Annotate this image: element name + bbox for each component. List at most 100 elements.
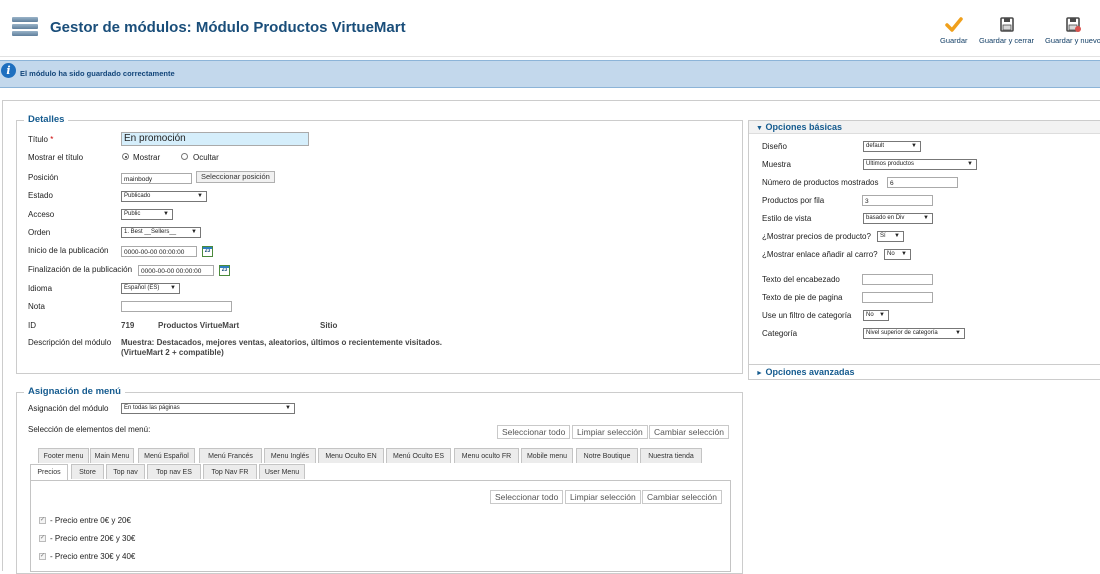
language-value: Español (ES) (124, 285, 160, 291)
menu-tab[interactable]: User Menu (259, 464, 305, 479)
category-value: Nivel superior de categoría (866, 330, 938, 336)
menu-item-label: - Precio entre 0€ y 20€ (50, 516, 131, 525)
select-position-button[interactable]: Seleccionar posición (196, 171, 275, 183)
menu-item-label: - Precio entre 20€ y 30€ (50, 534, 136, 543)
chevron-down-icon: ▼ (285, 405, 291, 411)
system-message: i El módulo ha sido guardado correctamen… (0, 60, 1100, 88)
show-type-select[interactable]: Últimos productos ▼ (863, 159, 977, 170)
save-button[interactable]: Guardar (940, 16, 968, 45)
menu-tab[interactable]: Top nav (106, 464, 145, 479)
menu-tab[interactable]: Menú Francés (199, 448, 262, 463)
chevron-down-icon: ▼ (894, 233, 900, 239)
show-prices-select[interactable]: Sí ▼ (877, 231, 904, 242)
caret-down-icon: ▼ (756, 125, 763, 132)
publish-start-input[interactable]: 0000-00-00 00:00:00 (121, 246, 197, 257)
module-assignment-label: Asignación del módulo (28, 404, 109, 413)
state-label: Estado (28, 191, 53, 200)
category-filter-select[interactable]: No ▼ (863, 310, 889, 321)
state-select[interactable]: Publicado ▼ (121, 191, 207, 202)
select-all-button[interactable]: Seleccionar todo (497, 425, 571, 439)
tab-select-all-button[interactable]: Seleccionar todo (490, 490, 564, 504)
menu-tab[interactable]: Store (71, 464, 104, 479)
menu-tab[interactable]: Main Menu (90, 448, 134, 463)
position-input[interactable]: mainbody (121, 173, 192, 184)
checkmark-icon (945, 17, 963, 32)
title-input[interactable]: En promoción (121, 132, 309, 146)
caret-right-icon: ► (756, 370, 763, 377)
state-value: Publicado (124, 193, 151, 199)
show-addtocart-select[interactable]: No ▼ (884, 249, 911, 260)
products-per-row-input[interactable]: 3 (862, 195, 933, 206)
menu-item-checkbox[interactable]: ✓ (39, 517, 46, 524)
menu-tab[interactable]: Menu Inglés (264, 448, 316, 463)
calendar-icon[interactable]: 23 (219, 265, 230, 276)
language-label: Idioma (28, 284, 53, 293)
publish-end-label: Finalización de la publicación (28, 265, 133, 274)
show-title-label: Mostrar el título (28, 153, 84, 162)
category-select[interactable]: Nivel superior de categoría ▼ (863, 328, 965, 339)
module-assignment-select[interactable]: En todas las páginas ▼ (121, 403, 295, 414)
layout-select[interactable]: default ▼ (863, 141, 921, 152)
hide-title-radio[interactable] (181, 153, 188, 160)
details-legend: Detalles (24, 114, 69, 125)
menu-tab[interactable]: Menú Español (138, 448, 195, 463)
page-title: Gestor de módulos: Módulo Productos Virt… (50, 19, 406, 36)
description-label: Descripción del módulo (28, 338, 112, 347)
basic-options-title[interactable]: ▼ Opciones básicas (756, 122, 842, 132)
view-style-label: Estilo de vista (762, 214, 812, 223)
view-style-value: basado en Div (866, 215, 905, 221)
header-text-input[interactable] (862, 274, 933, 285)
menu-tab[interactable]: Menu oculto FR (454, 448, 519, 463)
note-input[interactable] (121, 301, 232, 312)
category-filter-value: No (866, 312, 874, 318)
save-close-button[interactable]: Guardar y cerrar (979, 16, 1034, 45)
id-value: 719 (121, 321, 135, 330)
header-text-label: Texto del encabezado (762, 275, 840, 284)
save-close-label: Guardar y cerrar (979, 36, 1035, 45)
message-text: El módulo ha sido guardado correctamente (20, 69, 175, 78)
access-label: Acceso (28, 210, 55, 219)
order-select[interactable]: 1. Best __Sellers__ ▼ (121, 227, 201, 238)
toggle-selection-button[interactable]: Cambiar selección (649, 425, 729, 439)
category-label: Categoría (762, 329, 798, 338)
menu-tab[interactable]: Footer menu (38, 448, 89, 463)
header-bar: Gestor de módulos: Módulo Productos Virt… (0, 0, 1100, 57)
chevron-down-icon: ▼ (197, 193, 203, 199)
layout-label: Diseño (762, 142, 787, 151)
chevron-down-icon: ▼ (879, 312, 885, 318)
tab-toggle-selection-button[interactable]: Cambiar selección (642, 490, 722, 504)
show-option-label: Mostrar (133, 153, 161, 162)
save-new-button[interactable]: Guardar y nuevo (1045, 16, 1100, 45)
client-site: Sitio (320, 321, 338, 330)
language-select[interactable]: Español (ES) ▼ (121, 283, 180, 294)
publish-start-label: Inicio de la publicación (28, 246, 109, 255)
menu-tab[interactable]: Menu Oculto EN (318, 448, 384, 463)
publish-end-input[interactable]: 0000-00-00 00:00:00 (138, 265, 214, 276)
module-assignment-value: En todas las páginas (124, 405, 180, 411)
chevron-down-icon: ▼ (923, 215, 929, 221)
footer-text-input[interactable] (862, 292, 933, 303)
category-filter-label: Use un filtro de categoría (762, 311, 852, 320)
tab-clear-selection-button[interactable]: Limpiar selección (565, 490, 641, 504)
advanced-options-title[interactable]: ► Opciones avanzadas (756, 367, 855, 377)
view-style-select[interactable]: basado en Div ▼ (863, 213, 933, 224)
description-line-1: Muestra: Destacados, mejores ventas, ale… (121, 338, 443, 347)
menu-tab-active[interactable]: Precios (30, 464, 68, 480)
menu-tab[interactable]: Nuestra tienda (640, 448, 702, 463)
menu-tab[interactable]: Notre Boutique (576, 448, 638, 463)
num-products-input[interactable]: 6 (887, 177, 958, 188)
menu-tab[interactable]: Menú Oculto ES (386, 448, 451, 463)
show-title-radio[interactable] (122, 153, 129, 160)
advanced-options-title-text: Opciones avanzadas (765, 367, 855, 377)
chevron-down-icon: ▼ (191, 229, 197, 235)
clear-selection-button[interactable]: Limpiar selección (572, 425, 648, 439)
menu-item-checkbox[interactable]: ✓ (39, 535, 46, 542)
access-select[interactable]: Public ▼ (121, 209, 173, 220)
save-label: Guardar (940, 36, 968, 45)
menu-tab[interactable]: Mobile menu (521, 448, 573, 463)
show-addtocart-label: ¿Mostrar enlace añadir al carro? (762, 250, 878, 259)
chevron-down-icon: ▼ (170, 285, 176, 291)
menu-tab[interactable]: Top nav ES (147, 464, 201, 479)
menu-tab[interactable]: Top Nav FR (203, 464, 257, 479)
calendar-icon[interactable]: 23 (202, 246, 213, 257)
